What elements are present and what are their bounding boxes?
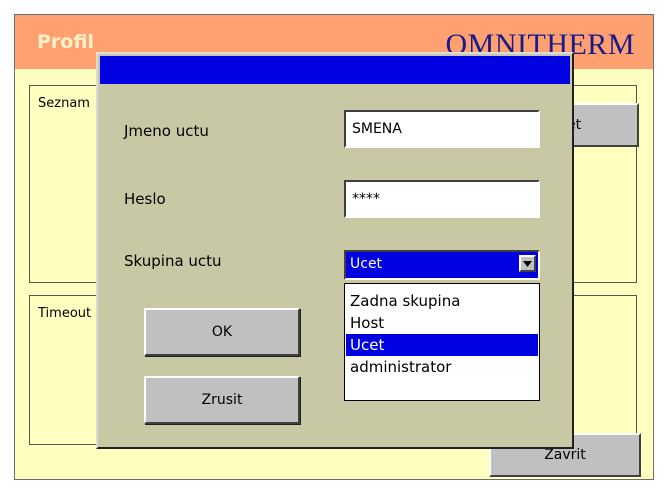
group-dropdown-list: Zadna skupina Host Ucet administrator [344,283,540,401]
ok-button[interactable]: OK [144,308,300,356]
group-option-account[interactable]: Ucet [346,334,538,356]
group-label: Skupina uctu [124,252,222,270]
chevron-down-icon[interactable] [519,255,536,272]
password-input[interactable]: **** [344,180,540,218]
account-name-value: SMENA [352,121,402,137]
dialog-title-bar[interactable] [100,56,570,84]
cancel-button[interactable]: Zrusit [144,376,300,424]
timeout-panel-label: Timeout [38,306,92,321]
group-select[interactable]: Ucet [344,250,540,280]
group-option-none[interactable]: Zadna skupina [346,290,538,312]
account-dialog: Jmeno uctu SMENA Heslo **** Skupina uctu… [96,52,574,449]
password-value: **** [352,191,380,207]
account-name-input[interactable]: SMENA [344,110,540,148]
group-option-guest[interactable]: Host [346,312,538,334]
password-label: Heslo [124,190,166,208]
group-option-administrator[interactable]: administrator [346,356,538,378]
group-selected-value: Ucet [350,256,383,272]
accounts-panel-label: Seznam [38,96,90,111]
account-name-label: Jmeno uctu [124,122,209,140]
app-title: Profil [37,31,94,53]
